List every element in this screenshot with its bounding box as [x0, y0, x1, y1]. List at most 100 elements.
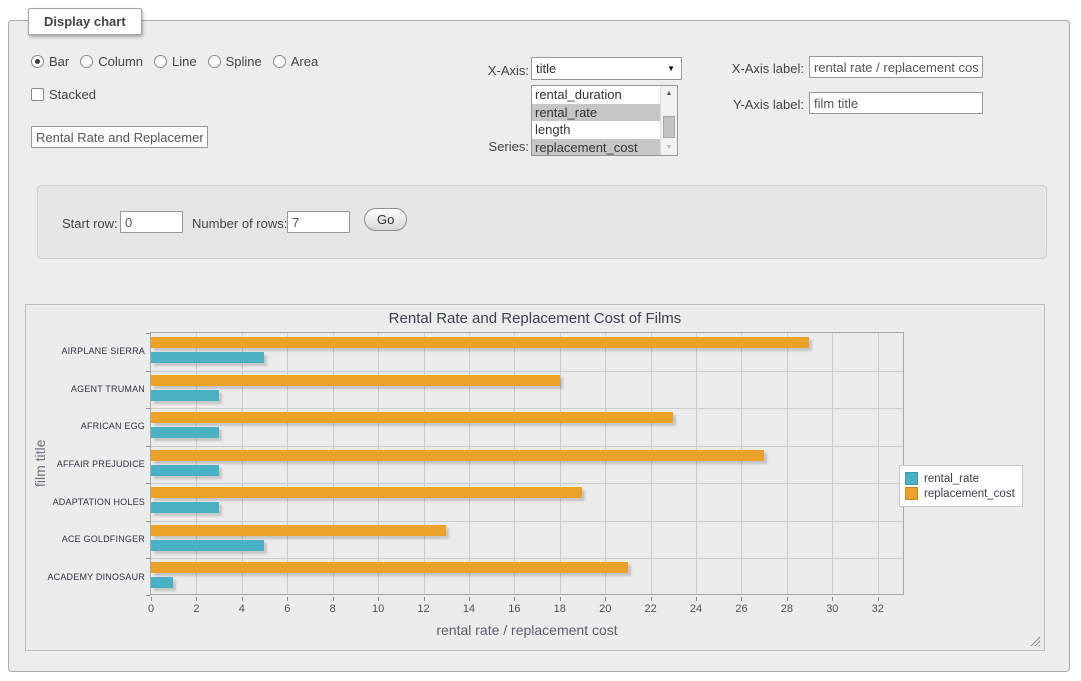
- gridline-vertical: [560, 333, 561, 594]
- x-tick-label: 24: [683, 603, 709, 615]
- gridline-vertical: [196, 333, 197, 594]
- y-tick-mark: [146, 595, 150, 596]
- x-axis-label: rental rate / replacement cost: [150, 622, 904, 638]
- bar-rental_rate: [151, 352, 264, 363]
- x-tick-label: 4: [229, 603, 255, 615]
- num-rows-label: Number of rows:: [192, 216, 287, 231]
- y-tick-mark: [146, 521, 150, 522]
- chart-container: Rental Rate and Replacement Cost of Film…: [25, 304, 1045, 651]
- chart-type-label: Area: [291, 54, 318, 69]
- y-tick-mark: [146, 333, 150, 334]
- scroll-down-icon[interactable]: ▼: [661, 140, 677, 155]
- category-label: AFRICAN EGG: [23, 421, 145, 431]
- num-rows-input[interactable]: [287, 211, 350, 233]
- x-tick-mark: [696, 597, 697, 601]
- category-label: AGENT TRUMAN: [23, 384, 145, 394]
- x-tick-label: 32: [865, 603, 891, 615]
- radio-icon: [208, 55, 221, 68]
- x-tick-label: 26: [728, 603, 754, 615]
- chart-type-column[interactable]: Column: [80, 54, 143, 69]
- radio-icon: [273, 55, 286, 68]
- chart-type-line[interactable]: Line: [154, 54, 197, 69]
- x-tick-label: 2: [183, 603, 209, 615]
- bar-rental_rate: [151, 577, 173, 588]
- scrollbar-thumb[interactable]: [663, 116, 675, 138]
- gridline-vertical: [832, 333, 833, 594]
- x-tick-mark: [196, 597, 197, 601]
- legend-swatch-replacement_cost: [905, 487, 918, 500]
- gridline-vertical: [333, 333, 334, 594]
- chart-type-label: Bar: [49, 54, 69, 69]
- x-tick-label: 0: [138, 603, 164, 615]
- chart-type-bar[interactable]: Bar: [31, 54, 69, 69]
- x-tick-mark: [151, 597, 152, 601]
- gridline-vertical: [378, 333, 379, 594]
- pagination-fieldset: Start row: Number of rows: Go: [37, 185, 1047, 259]
- gridline-vertical: [424, 333, 425, 594]
- bar-rental_rate: [151, 427, 219, 438]
- gridline-vertical: [787, 333, 788, 594]
- yaxis-label-input[interactable]: [809, 92, 983, 114]
- x-tick-label: 16: [501, 603, 527, 615]
- x-tick-label: 14: [456, 603, 482, 615]
- x-tick-label: 18: [547, 603, 573, 615]
- chart-type-spline[interactable]: Spline: [208, 54, 262, 69]
- series-option-replacement_cost[interactable]: replacement_cost: [532, 139, 660, 156]
- gridline-horizontal: [151, 483, 903, 484]
- go-button[interactable]: Go: [364, 208, 407, 231]
- gridline-vertical: [878, 333, 879, 594]
- radio-icon: [154, 55, 167, 68]
- x-tick-mark: [242, 597, 243, 601]
- y-tick-mark: [146, 483, 150, 484]
- bar-replacement_cost: [151, 562, 628, 573]
- legend-item: replacement_cost: [905, 487, 1015, 500]
- y-tick-mark: [146, 558, 150, 559]
- y-tick-mark: [146, 408, 150, 409]
- stacked-checkbox[interactable]: [31, 88, 44, 101]
- series-multiselect[interactable]: rental_durationrental_ratelengthreplacem…: [531, 85, 678, 156]
- gridline-horizontal: [151, 371, 903, 372]
- gridline-vertical: [741, 333, 742, 594]
- chart-type-label: Column: [98, 54, 143, 69]
- category-label: ACE GOLDFINGER: [23, 534, 145, 544]
- legend-label: replacement_cost: [924, 488, 1015, 500]
- gridline-vertical: [242, 333, 243, 594]
- chart-type-label: Spline: [226, 54, 262, 69]
- chart-type-radio-group: Bar Column Line Spline Area: [31, 54, 329, 69]
- x-tick-label: 8: [320, 603, 346, 615]
- xaxis-label-input[interactable]: [809, 56, 983, 78]
- start-row-label: Start row:: [62, 216, 118, 231]
- x-tick-label: 12: [411, 603, 437, 615]
- x-tick-label: 6: [274, 603, 300, 615]
- stacked-option[interactable]: Stacked: [31, 87, 96, 102]
- bar-replacement_cost: [151, 487, 582, 498]
- bar-rental_rate: [151, 502, 219, 513]
- chart-legend: rental_ratereplacement_cost: [899, 465, 1023, 507]
- resize-handle-icon[interactable]: [1028, 634, 1040, 646]
- y-tick-mark: [146, 371, 150, 372]
- series-option-length[interactable]: length: [532, 121, 660, 139]
- series-option-rental_duration[interactable]: rental_duration: [532, 86, 660, 104]
- x-tick-mark: [741, 597, 742, 601]
- x-tick-mark: [333, 597, 334, 601]
- x-tick-mark: [514, 597, 515, 601]
- chart-type-area[interactable]: Area: [273, 54, 318, 69]
- stacked-label: Stacked: [49, 87, 96, 102]
- start-row-input[interactable]: [120, 211, 183, 233]
- fieldset-legend: Display chart: [28, 8, 142, 35]
- gridline-horizontal: [151, 446, 903, 447]
- series-option-rental_rate[interactable]: rental_rate: [532, 104, 660, 122]
- x-tick-label: 10: [365, 603, 391, 615]
- x-tick-mark: [469, 597, 470, 601]
- bar-replacement_cost: [151, 412, 673, 423]
- gridline-vertical: [287, 333, 288, 594]
- chart-title: Rental Rate and Replacement Cost of Film…: [26, 310, 1044, 327]
- series-options: rental_durationrental_ratelengthreplacem…: [532, 86, 660, 155]
- bar-rental_rate: [151, 540, 264, 551]
- bar-replacement_cost: [151, 375, 560, 386]
- xaxis-field-label: X-Axis label:: [649, 61, 804, 76]
- gridline-horizontal: [151, 408, 903, 409]
- category-label: AIRPLANE SIERRA: [23, 346, 145, 356]
- chart-title-input[interactable]: [31, 126, 208, 148]
- x-tick-mark: [287, 597, 288, 601]
